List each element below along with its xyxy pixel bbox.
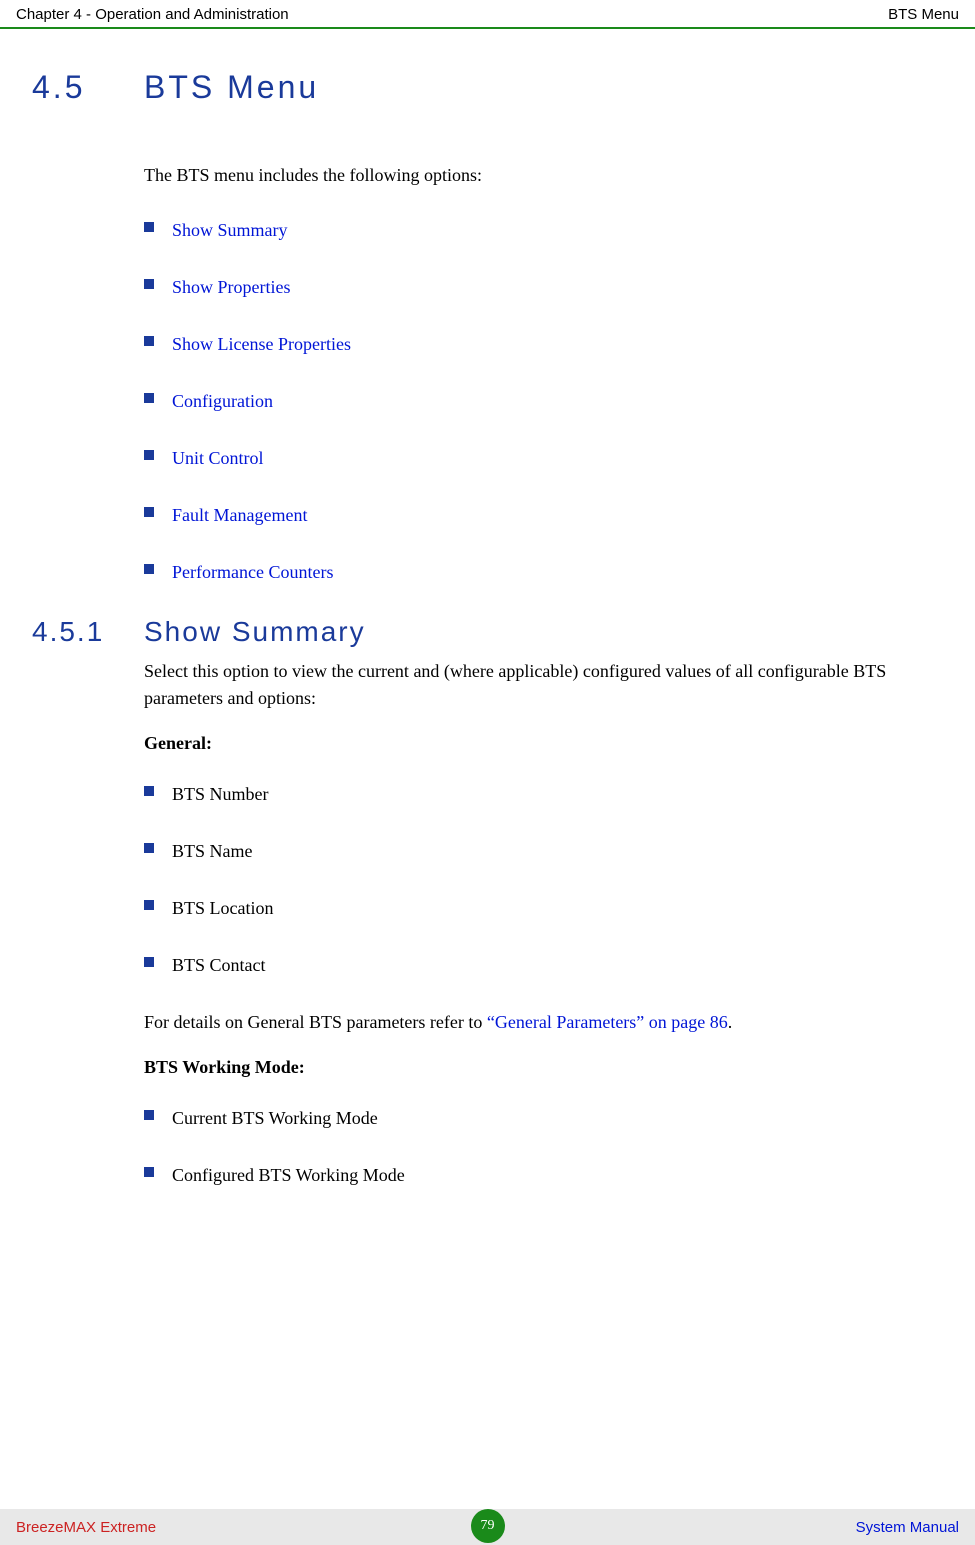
- link-general-parameters[interactable]: “General Parameters” on page 86: [487, 1012, 728, 1032]
- link-performance-counters[interactable]: Performance Counters: [172, 562, 333, 582]
- intro-text: The BTS menu includes the following opti…: [144, 162, 943, 189]
- list-item: BTS Number: [144, 781, 943, 808]
- square-bullet-icon: [144, 507, 154, 517]
- working-mode-list: Current BTS Working Mode Configured BTS …: [144, 1105, 943, 1189]
- item-text: BTS Contact: [172, 955, 266, 975]
- square-bullet-icon: [144, 1167, 154, 1177]
- general-subheading: General:: [144, 730, 943, 757]
- link-show-license-properties[interactable]: Show License Properties: [172, 334, 351, 354]
- square-bullet-icon: [144, 843, 154, 853]
- heading-title: Show Summary: [144, 616, 366, 648]
- header-right: BTS Menu: [888, 6, 959, 23]
- page-header: Chapter 4 - Operation and Administration…: [0, 0, 975, 29]
- square-bullet-icon: [144, 564, 154, 574]
- list-item: BTS Location: [144, 895, 943, 922]
- general-params-list: BTS Number BTS Name BTS Location BTS Con…: [144, 781, 943, 979]
- list-item: BTS Contact: [144, 952, 943, 979]
- section-4-5-body: The BTS menu includes the following opti…: [144, 162, 943, 586]
- heading-number: 4.5.1: [32, 616, 144, 648]
- footer-doc-name: System Manual: [856, 1519, 959, 1536]
- list-item: Configured BTS Working Mode: [144, 1162, 943, 1189]
- link-fault-management[interactable]: Fault Management: [172, 505, 307, 525]
- list-item: BTS Name: [144, 838, 943, 865]
- square-bullet-icon: [144, 957, 154, 967]
- section-4-5-1-body: Select this option to view the current a…: [144, 658, 943, 1189]
- list-item: Show License Properties: [144, 331, 943, 358]
- page-number-badge: 79: [471, 1509, 505, 1543]
- link-configuration[interactable]: Configuration: [172, 391, 273, 411]
- item-text: Current BTS Working Mode: [172, 1108, 378, 1128]
- square-bullet-icon: [144, 786, 154, 796]
- square-bullet-icon: [144, 450, 154, 460]
- item-text: BTS Location: [172, 898, 274, 918]
- list-item: Show Properties: [144, 274, 943, 301]
- page-content: 4.5 BTS Menu The BTS menu includes the f…: [0, 29, 975, 1189]
- working-mode-subheading: BTS Working Mode:: [144, 1054, 943, 1081]
- square-bullet-icon: [144, 279, 154, 289]
- item-text: BTS Name: [172, 841, 253, 861]
- square-bullet-icon: [144, 900, 154, 910]
- list-item: Performance Counters: [144, 559, 943, 586]
- square-bullet-icon: [144, 222, 154, 232]
- header-left: Chapter 4 - Operation and Administration: [16, 6, 289, 23]
- list-item: Current BTS Working Mode: [144, 1105, 943, 1132]
- ref-prefix: For details on General BTS parameters re…: [144, 1012, 487, 1032]
- list-item: Unit Control: [144, 445, 943, 472]
- footer-product-name: BreezeMAX Extreme: [16, 1519, 156, 1536]
- heading-4-5: 4.5 BTS Menu: [32, 69, 943, 106]
- heading-title: BTS Menu: [144, 69, 319, 106]
- square-bullet-icon: [144, 393, 154, 403]
- heading-number: 4.5: [32, 69, 144, 106]
- square-bullet-icon: [144, 336, 154, 346]
- list-item: Configuration: [144, 388, 943, 415]
- link-show-summary[interactable]: Show Summary: [172, 220, 288, 240]
- list-item: Fault Management: [144, 502, 943, 529]
- link-unit-control[interactable]: Unit Control: [172, 448, 264, 468]
- link-show-properties[interactable]: Show Properties: [172, 277, 291, 297]
- bts-menu-options-list: Show Summary Show Properties Show Licens…: [144, 217, 943, 586]
- show-summary-intro: Select this option to view the current a…: [144, 658, 943, 712]
- general-reference: For details on General BTS parameters re…: [144, 1009, 943, 1036]
- list-item: Show Summary: [144, 217, 943, 244]
- item-text: BTS Number: [172, 784, 269, 804]
- ref-suffix: .: [728, 1012, 733, 1032]
- heading-4-5-1: 4.5.1 Show Summary: [32, 616, 943, 648]
- square-bullet-icon: [144, 1110, 154, 1120]
- item-text: Configured BTS Working Mode: [172, 1165, 405, 1185]
